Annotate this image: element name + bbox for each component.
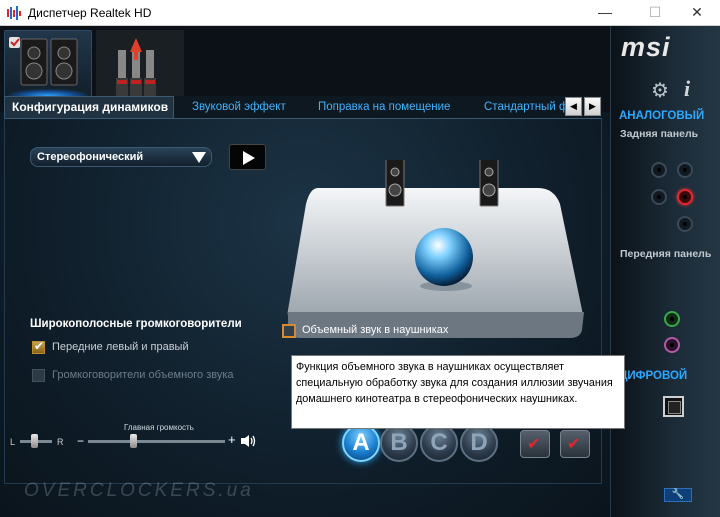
front-fullrange-label: Передние левый и правый xyxy=(52,341,189,353)
rear-panel-label: Задняя панель xyxy=(620,128,699,140)
tooltip-line: домашнего кинотеатра в стереофонических … xyxy=(296,393,578,405)
realtek-icon xyxy=(7,6,21,20)
close-button[interactable]: ✕ xyxy=(674,0,720,26)
master-volume-slider[interactable] xyxy=(88,440,225,443)
digital-heading: ЦИФРОВОЙ xyxy=(619,370,688,382)
rear-jack-2[interactable] xyxy=(677,162,693,178)
rear-jack-3[interactable] xyxy=(651,189,667,205)
speaker-config-value: Стереофонический xyxy=(37,151,144,163)
right-speaker-icon xyxy=(479,160,499,207)
profile-b-button[interactable]: B xyxy=(380,424,418,462)
rear-jack-active[interactable] xyxy=(677,189,693,205)
front-fullrange-checkbox[interactable] xyxy=(32,339,45,354)
front-jack-mic[interactable] xyxy=(664,337,680,353)
digital-port-icon[interactable] xyxy=(663,396,684,417)
watermark: OVERCLOCKERS.ua xyxy=(24,480,254,501)
wrench-icon[interactable]: 🔧 xyxy=(664,488,692,502)
play-test-button[interactable] xyxy=(229,144,266,170)
tab-speaker-config[interactable]: Конфигурация динамиков xyxy=(4,96,174,118)
info-icon[interactable]: i xyxy=(684,76,690,102)
window-title: Диспетчер Realtek HD xyxy=(28,6,152,20)
profile-a-button[interactable]: A xyxy=(342,424,380,462)
tab-default-format[interactable]: Стандартный ф xyxy=(484,96,568,118)
rear-jack-4[interactable] xyxy=(677,216,693,232)
analog-heading: АНАЛОГОВЫЙ xyxy=(619,110,705,122)
tooltip-line: специальную обработку звука для создания… xyxy=(296,377,613,389)
checkmark-icon: ✔ xyxy=(527,436,541,453)
sidebar: msi ⚙ i АНАЛОГОВЫЙ Задняя панель Передня… xyxy=(610,26,720,517)
checkmark-icon: ✔ xyxy=(567,436,581,453)
dropdown-arrow-icon xyxy=(192,152,206,163)
apply-button[interactable]: ✔ xyxy=(560,430,590,458)
surround-headphones-label: Объемный звук в наушниках xyxy=(302,324,449,336)
tab-sound-effect[interactable]: Звуковой эффект xyxy=(192,96,286,118)
front-jack-headphones[interactable] xyxy=(664,311,680,327)
front-panel-label: Передняя панель xyxy=(620,248,712,260)
master-volume-title: Главная громкость xyxy=(124,423,194,432)
title-bar: Диспетчер Realtek HD — ☐ ✕ xyxy=(0,0,720,26)
minimize-button[interactable]: — xyxy=(582,0,628,26)
profile-c-button[interactable]: C xyxy=(420,424,458,462)
profile-d-button[interactable]: D xyxy=(460,424,498,462)
balance-right-label: R xyxy=(57,437,64,447)
left-speaker-icon xyxy=(385,160,405,207)
fullrange-title: Широкополосные громкоговорители xyxy=(30,318,242,330)
tab-scroll-left-button[interactable]: ◀ xyxy=(565,97,582,116)
play-icon xyxy=(243,151,255,165)
volume-up-label: + xyxy=(228,432,236,447)
master-volume-slider-thumb[interactable] xyxy=(130,434,137,448)
mute-speaker-icon[interactable] xyxy=(240,434,258,448)
tab-bar: Конфигурация динамиков Звуковой эффект П… xyxy=(4,96,602,118)
gear-icon[interactable]: ⚙ xyxy=(651,78,669,103)
speaker-config-select[interactable]: Стереофонический xyxy=(30,147,212,167)
volume-down-label: − xyxy=(77,434,85,448)
rear-jack-1[interactable] xyxy=(651,162,667,178)
msi-logo: msi xyxy=(621,32,671,62)
listener-sphere-icon xyxy=(415,228,473,286)
speaker-stage xyxy=(287,160,584,338)
maximize-button[interactable]: ☐ xyxy=(632,0,678,26)
surround-fullrange-checkbox xyxy=(32,369,45,382)
surround-headphones-tooltip: Функция объемного звука в наушниках осущ… xyxy=(291,355,625,429)
tooltip-line: Функция объемного звука в наушниках осущ… xyxy=(296,361,564,373)
surround-fullrange-label: Громкоговорители объемного звука xyxy=(52,369,234,381)
tab-room-correction[interactable]: Поправка на помещение xyxy=(318,96,450,118)
set-default-device-button[interactable]: ✔ xyxy=(520,430,550,458)
balance-left-label: L xyxy=(10,437,16,447)
tab-scroll-right-button[interactable]: ▶ xyxy=(584,97,601,116)
surround-headphones-checkbox[interactable] xyxy=(282,324,296,338)
balance-slider-thumb[interactable] xyxy=(31,434,38,448)
